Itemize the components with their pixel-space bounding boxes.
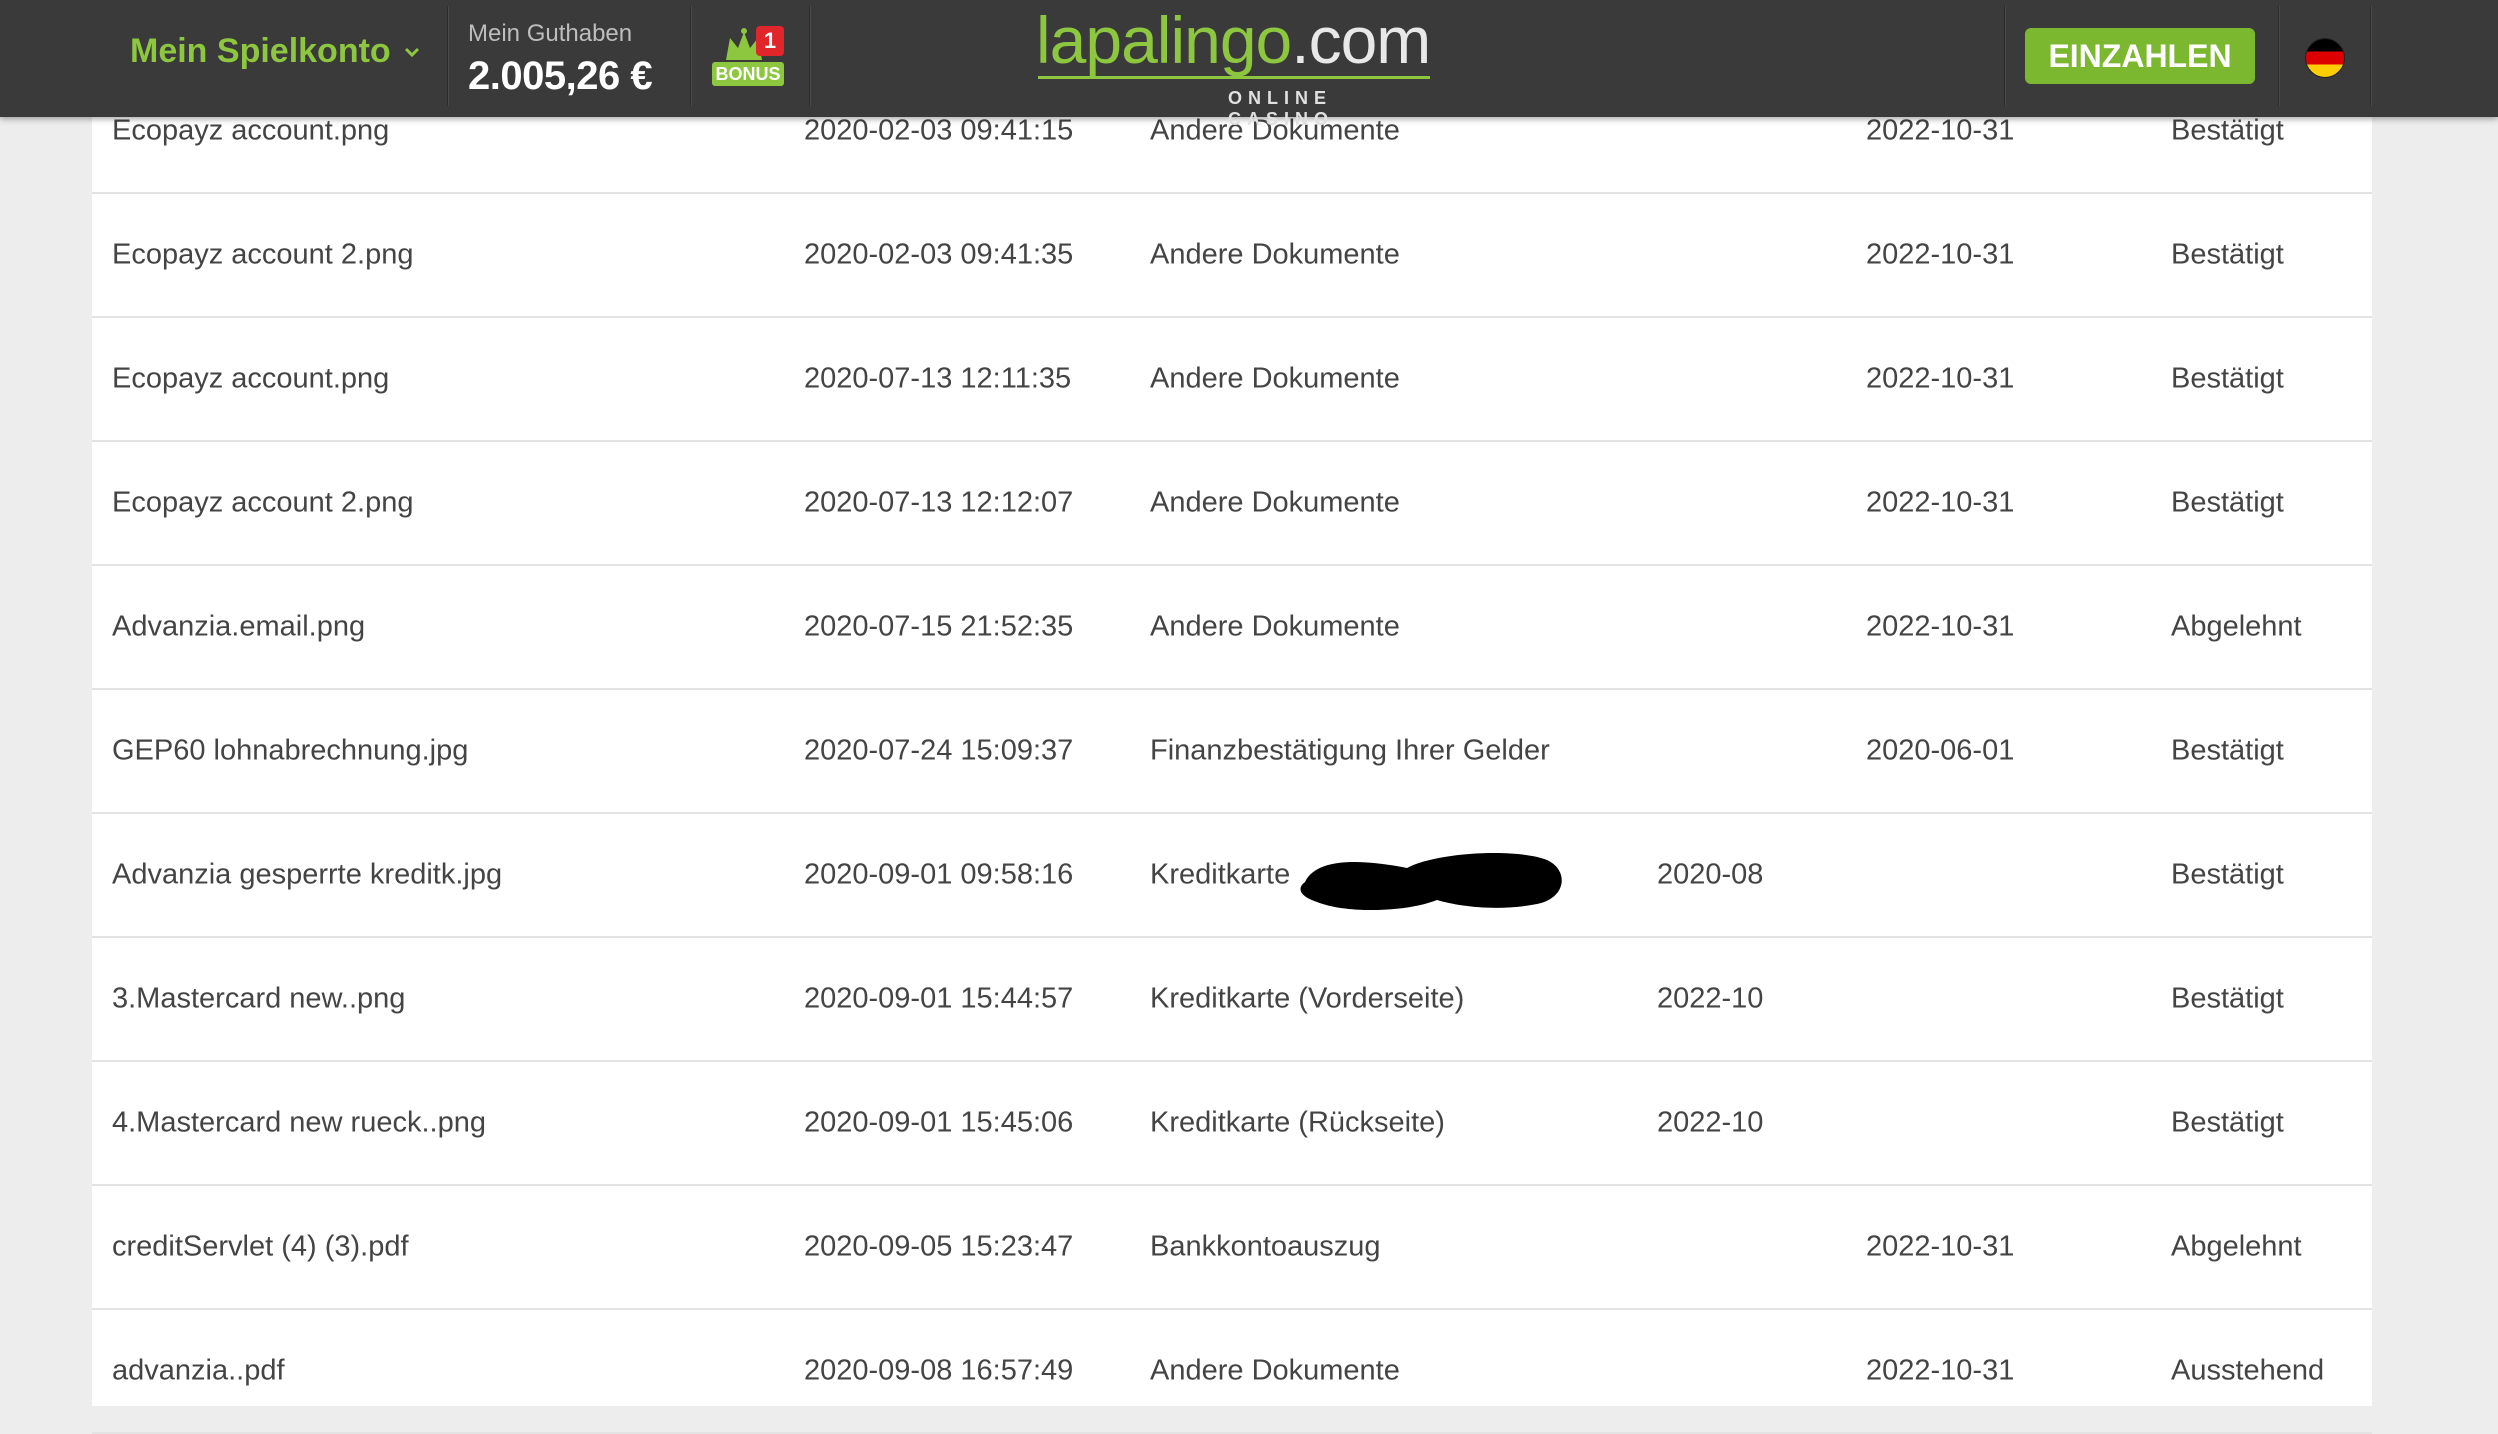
valid-until: 2022-10-31 [1866, 610, 2015, 643]
chevron-down-icon [404, 47, 419, 57]
bonus-label: BONUS [712, 62, 784, 86]
table-row: GEP60 lohnabrechnung.jpg 2020-07-24 15:0… [92, 690, 2372, 814]
top-header: Mein Spielkonto Mein Guthaben 2.005,26 €… [0, 0, 2498, 129]
upload-date: 2020-07-13 12:12:07 [804, 486, 1074, 519]
document-name: creditServlet (4) (3).pdf [112, 1230, 409, 1263]
document-type: Kreditkarte (Vorderseite) [1150, 982, 1465, 1015]
upload-date: 2020-09-01 15:44:57 [804, 982, 1074, 1015]
valid-until: 2020-06-01 [1866, 734, 2015, 767]
header-divider [2278, 6, 2280, 106]
document-type: Andere Dokumente [1150, 486, 1400, 519]
logo-wordmark: lapalingo.com [1036, 3, 1431, 77]
header-divider [2370, 6, 2372, 106]
document-name: Ecopayz account 2.png [112, 238, 414, 271]
documents-table: Ecopayz account.png 2020-02-03 09:41:15 … [92, 0, 2372, 1434]
document-name: Ecopayz account.png [112, 362, 390, 395]
status-text: Bestätigt [2171, 486, 2284, 519]
table-row: Ecopayz account 2.png 2020-07-13 12:12:0… [92, 442, 2372, 566]
upload-date: 2020-09-08 16:57:49 [804, 1354, 1074, 1387]
valid-until: 2022-10-31 [1866, 362, 2015, 395]
logo-subtitle: ONLINE CASINO [1228, 88, 1335, 129]
valid-until: 2022-10-31 [1866, 1230, 2015, 1263]
upload-date: 2020-09-01 09:58:16 [804, 858, 1074, 891]
document-type: Bankkontoauszug [1150, 1230, 1381, 1263]
document-name: Ecopayz account 2.png [112, 486, 414, 519]
upload-date: 2020-09-05 15:23:47 [804, 1230, 1074, 1263]
logo-underline [1038, 76, 1430, 79]
document-name: 3.Mastercard new..png [112, 982, 406, 1015]
status-text: Bestätigt [2171, 1106, 2284, 1139]
document-type: Finanzbestätigung Ihrer Gelder [1150, 734, 1550, 767]
document-type: Kreditkarte (Rückseite) [1150, 1106, 1445, 1139]
document-name: Advanzia.email.png [112, 610, 366, 643]
table-row: Advanzia gesperrte kreditk.jpg 2020-09-0… [92, 814, 2372, 938]
status-text: Abgelehnt [2171, 610, 2302, 643]
document-type: Andere Dokumente [1150, 610, 1400, 643]
valid-until: 2022-10-31 [1866, 486, 2015, 519]
status-text: Bestätigt [2171, 734, 2284, 767]
header-divider [690, 6, 692, 106]
header-divider [809, 6, 811, 106]
status-text: Bestätigt [2171, 362, 2284, 395]
upload-date: 2020-07-24 15:09:37 [804, 734, 1074, 767]
valid-until: 2022-10-31 [1866, 238, 2015, 271]
status-text: Bestätigt [2171, 238, 2284, 271]
document-type: Andere Dokumente [1150, 362, 1400, 395]
table-row: advanzia..pdf 2020-09-08 16:57:49 Andere… [92, 1310, 2372, 1434]
document-type: Andere Dokumente [1150, 238, 1400, 271]
upload-date: 2020-07-15 21:52:35 [804, 610, 1074, 643]
bonus-count-badge: 1 [756, 26, 784, 56]
status-text: Bestätigt [2171, 982, 2284, 1015]
document-type: Kreditkarte [1150, 858, 1291, 891]
account-menu[interactable]: Mein Spielkonto [130, 32, 421, 71]
status-text: Bestätigt [2171, 858, 2284, 891]
expiry-date: 2022-10 [1657, 1106, 1764, 1139]
document-type: Andere Dokumente [1150, 1354, 1400, 1387]
balance-block: Mein Guthaben 2.005,26 € [468, 20, 653, 99]
deposit-button[interactable]: EINZAHLEN [2025, 28, 2255, 84]
expiry-date: 2022-10 [1657, 982, 1764, 1015]
valid-until: 2022-10-31 [1866, 1354, 2015, 1387]
redaction-scribble [1300, 853, 1562, 911]
valid-until: 2022-10-31 [1866, 114, 2015, 147]
document-name: advanzia..pdf [112, 1354, 285, 1387]
table-row: Advanzia.email.png 2020-07-15 21:52:35 A… [92, 566, 2372, 690]
document-name: Advanzia gesperrte kreditk.jpg [112, 858, 503, 891]
expiry-date: 2020-08 [1657, 858, 1764, 891]
upload-date: 2020-07-13 12:11:35 [804, 362, 1072, 395]
account-menu-label: Mein Spielkonto [130, 32, 391, 70]
upload-date: 2020-02-03 09:41:15 [804, 114, 1074, 147]
status-text: Bestätigt [2171, 114, 2284, 147]
de-flag-icon[interactable] [2305, 38, 2345, 78]
bonus-button[interactable]: 1 BONUS [708, 22, 788, 94]
upload-date: 2020-02-03 09:41:35 [804, 238, 1074, 271]
document-name: 4.Mastercard new rueck..png [112, 1106, 486, 1139]
document-name: GEP60 lohnabrechnung.jpg [112, 734, 469, 767]
site-logo[interactable]: lapalingo.com ONLINE CASINO [1036, 3, 1436, 129]
status-text: Ausstehend [2171, 1354, 2325, 1387]
header-divider [447, 6, 449, 106]
balance-label: Mein Guthaben [468, 20, 633, 47]
header-divider [2004, 6, 2006, 106]
table-row: 3.Mastercard new..png 2020-09-01 15:44:5… [92, 938, 2372, 1062]
table-row: 4.Mastercard new rueck..png 2020-09-01 1… [92, 1062, 2372, 1186]
table-row: creditServlet (4) (3).pdf 2020-09-05 15:… [92, 1186, 2372, 1310]
status-text: Abgelehnt [2171, 1230, 2302, 1263]
upload-date: 2020-09-01 15:45:06 [804, 1106, 1074, 1139]
balance-value: 2.005,26 € [468, 54, 653, 98]
document-name: Ecopayz account.png [112, 114, 390, 147]
table-row: Ecopayz account.png 2020-07-13 12:11:35 … [92, 318, 2372, 442]
table-row: Ecopayz account 2.png 2020-02-03 09:41:3… [92, 194, 2372, 318]
